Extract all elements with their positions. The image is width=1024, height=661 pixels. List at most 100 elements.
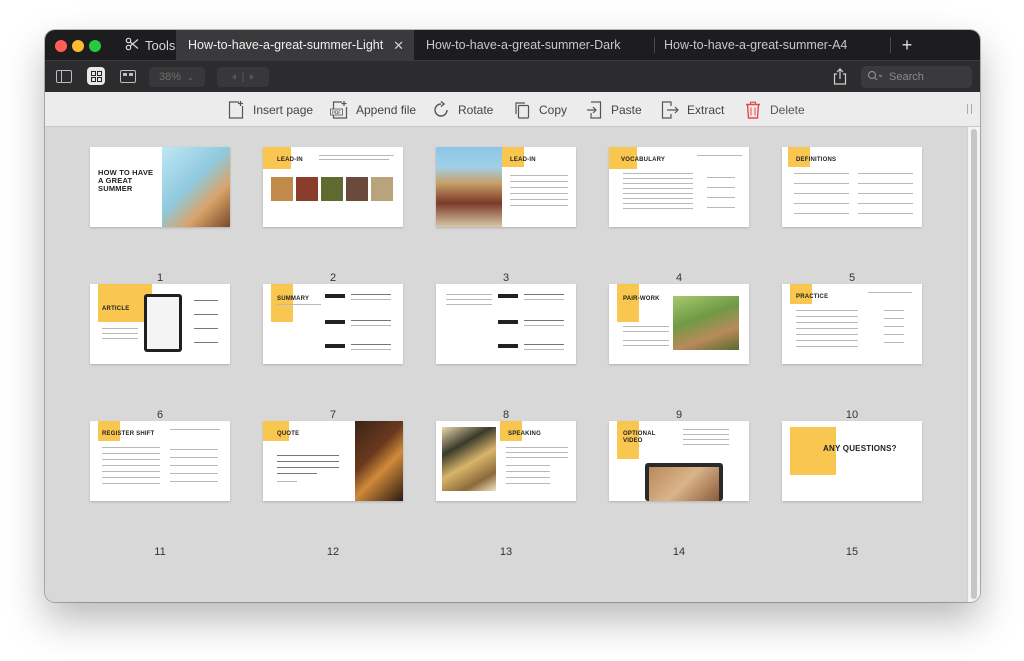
tab-light[interactable]: How-to-have-a-great-summer-Light ✕	[176, 30, 414, 60]
text-line	[794, 183, 849, 184]
page-thumbnail-4[interactable]: VOCABULARY	[609, 147, 749, 227]
slide-title: PAIR-WORK	[623, 296, 660, 302]
page-thumbnail-7[interactable]: SUMMARY	[263, 284, 403, 364]
page-number: 8	[502, 409, 510, 421]
tab-a4[interactable]: How-to-have-a-great-summer-A4	[652, 30, 890, 60]
text-line	[794, 193, 849, 194]
text-line	[102, 471, 160, 472]
delete-button[interactable]: Delete	[744, 92, 805, 127]
resize-grip-icon[interactable]	[967, 104, 972, 114]
minimize-window-button[interactable]	[72, 40, 84, 52]
text-line	[446, 299, 492, 300]
answer-line	[170, 449, 218, 450]
page-number: 11	[154, 546, 166, 558]
copy-label: Copy	[539, 102, 568, 117]
quote-line	[277, 455, 339, 456]
text-line	[506, 477, 550, 478]
rotate-label: Rotate	[458, 102, 494, 117]
page-thumbnail-6[interactable]: ARTICLE	[90, 284, 230, 364]
text-line	[796, 334, 858, 335]
text-line	[510, 193, 568, 194]
text-line	[858, 183, 913, 184]
text-line	[623, 326, 669, 327]
page-thumbnail-15[interactable]: ANY QUESTIONS?	[782, 421, 922, 501]
text-line	[794, 203, 849, 204]
maximize-window-button[interactable]	[89, 40, 101, 52]
vertical-scrollbar[interactable]	[967, 127, 980, 602]
paste-button[interactable]: Paste	[585, 92, 642, 127]
page-thumbnail-3[interactable]: LEAD-IN	[436, 147, 576, 227]
close-tab-icon[interactable]: ✕	[393, 38, 404, 54]
page-thumbnail-12[interactable]: QUOTE	[263, 421, 403, 501]
page-thumbnail-9[interactable]: PAIR-WORK	[609, 284, 749, 364]
text-line	[194, 300, 218, 301]
chevron-down-icon: ⌄	[187, 72, 194, 82]
page-view-icon[interactable]	[118, 68, 138, 84]
text-line	[858, 173, 913, 174]
text-line	[319, 159, 389, 160]
timeline-marker	[325, 344, 345, 348]
append-file-button[interactable]: PDF Append file	[330, 92, 416, 127]
text-line	[510, 181, 568, 182]
slide-photo	[296, 177, 318, 201]
copy-button[interactable]: Copy	[513, 92, 567, 127]
tools-button[interactable]: Tools	[125, 30, 175, 60]
extract-button[interactable]: Extract	[661, 92, 724, 127]
text-line	[194, 314, 218, 315]
text-line	[794, 213, 849, 214]
slide-title: SUMMARY	[277, 296, 310, 302]
slide-title: QUOTE	[277, 431, 300, 437]
insert-page-button[interactable]: Insert page	[227, 92, 313, 127]
close-window-button[interactable]	[55, 40, 67, 52]
page-thumbnail-1[interactable]: HOW TO HAVE A GREAT SUMMER	[90, 147, 230, 227]
page-thumbnail-11[interactable]: REGISTER SHIFT	[90, 421, 230, 501]
text-line	[102, 453, 160, 454]
text-line	[796, 322, 858, 323]
text-line	[683, 439, 729, 440]
page-thumbnail-10[interactable]: PRACTICE	[782, 284, 922, 364]
text-line	[506, 457, 568, 458]
accent-block	[617, 284, 639, 322]
timeline-marker	[498, 320, 518, 324]
text-line	[884, 310, 904, 311]
sidebar-icon[interactable]	[54, 68, 74, 84]
text-line	[277, 304, 321, 305]
scrollbar-thumb[interactable]	[971, 129, 977, 599]
zoom-select[interactable]: 38% ⌄	[149, 67, 205, 87]
new-tab-button[interactable]: +	[895, 34, 919, 56]
page-thumbnail-14[interactable]: OPTIONAL VIDEO	[609, 421, 749, 501]
page-number: 5	[848, 272, 856, 284]
text-line	[868, 292, 912, 293]
text-line	[446, 294, 492, 295]
timeline-marker	[498, 294, 518, 298]
grid-icon[interactable]	[87, 67, 105, 85]
text-line	[351, 299, 391, 300]
text-line	[102, 459, 160, 460]
page-navigator[interactable]	[217, 67, 269, 87]
text-line	[524, 294, 564, 295]
text-line	[623, 208, 693, 209]
slide-title: LEAD-IN	[277, 157, 303, 163]
slide-photo	[371, 177, 393, 201]
text-line	[351, 320, 391, 321]
page-number: 13	[499, 546, 513, 558]
tab-dark[interactable]: How-to-have-a-great-summer-Dark	[414, 30, 652, 60]
page-number: 4	[675, 272, 683, 284]
rotate-button[interactable]: Rotate	[432, 92, 493, 127]
page-thumbnail-5[interactable]: DEFINITIONS	[782, 147, 922, 227]
video-thumbnail	[649, 467, 719, 501]
page-thumbnail-8[interactable]	[436, 284, 576, 364]
slide-photo	[673, 296, 739, 350]
answer-line	[170, 481, 218, 482]
share-icon[interactable]	[833, 68, 849, 86]
slide-title: REGISTER SHIFT	[102, 431, 155, 437]
page-thumbnail-2[interactable]: LEAD-IN	[263, 147, 403, 227]
text-line	[623, 345, 669, 346]
page-thumbnail-13[interactable]: SPEAKING	[436, 421, 576, 501]
scissors-icon	[125, 37, 139, 54]
text-line	[796, 340, 858, 341]
text-line	[510, 175, 568, 176]
text-line	[506, 447, 568, 448]
search-field[interactable]: Search	[861, 66, 972, 88]
text-line	[524, 349, 564, 350]
